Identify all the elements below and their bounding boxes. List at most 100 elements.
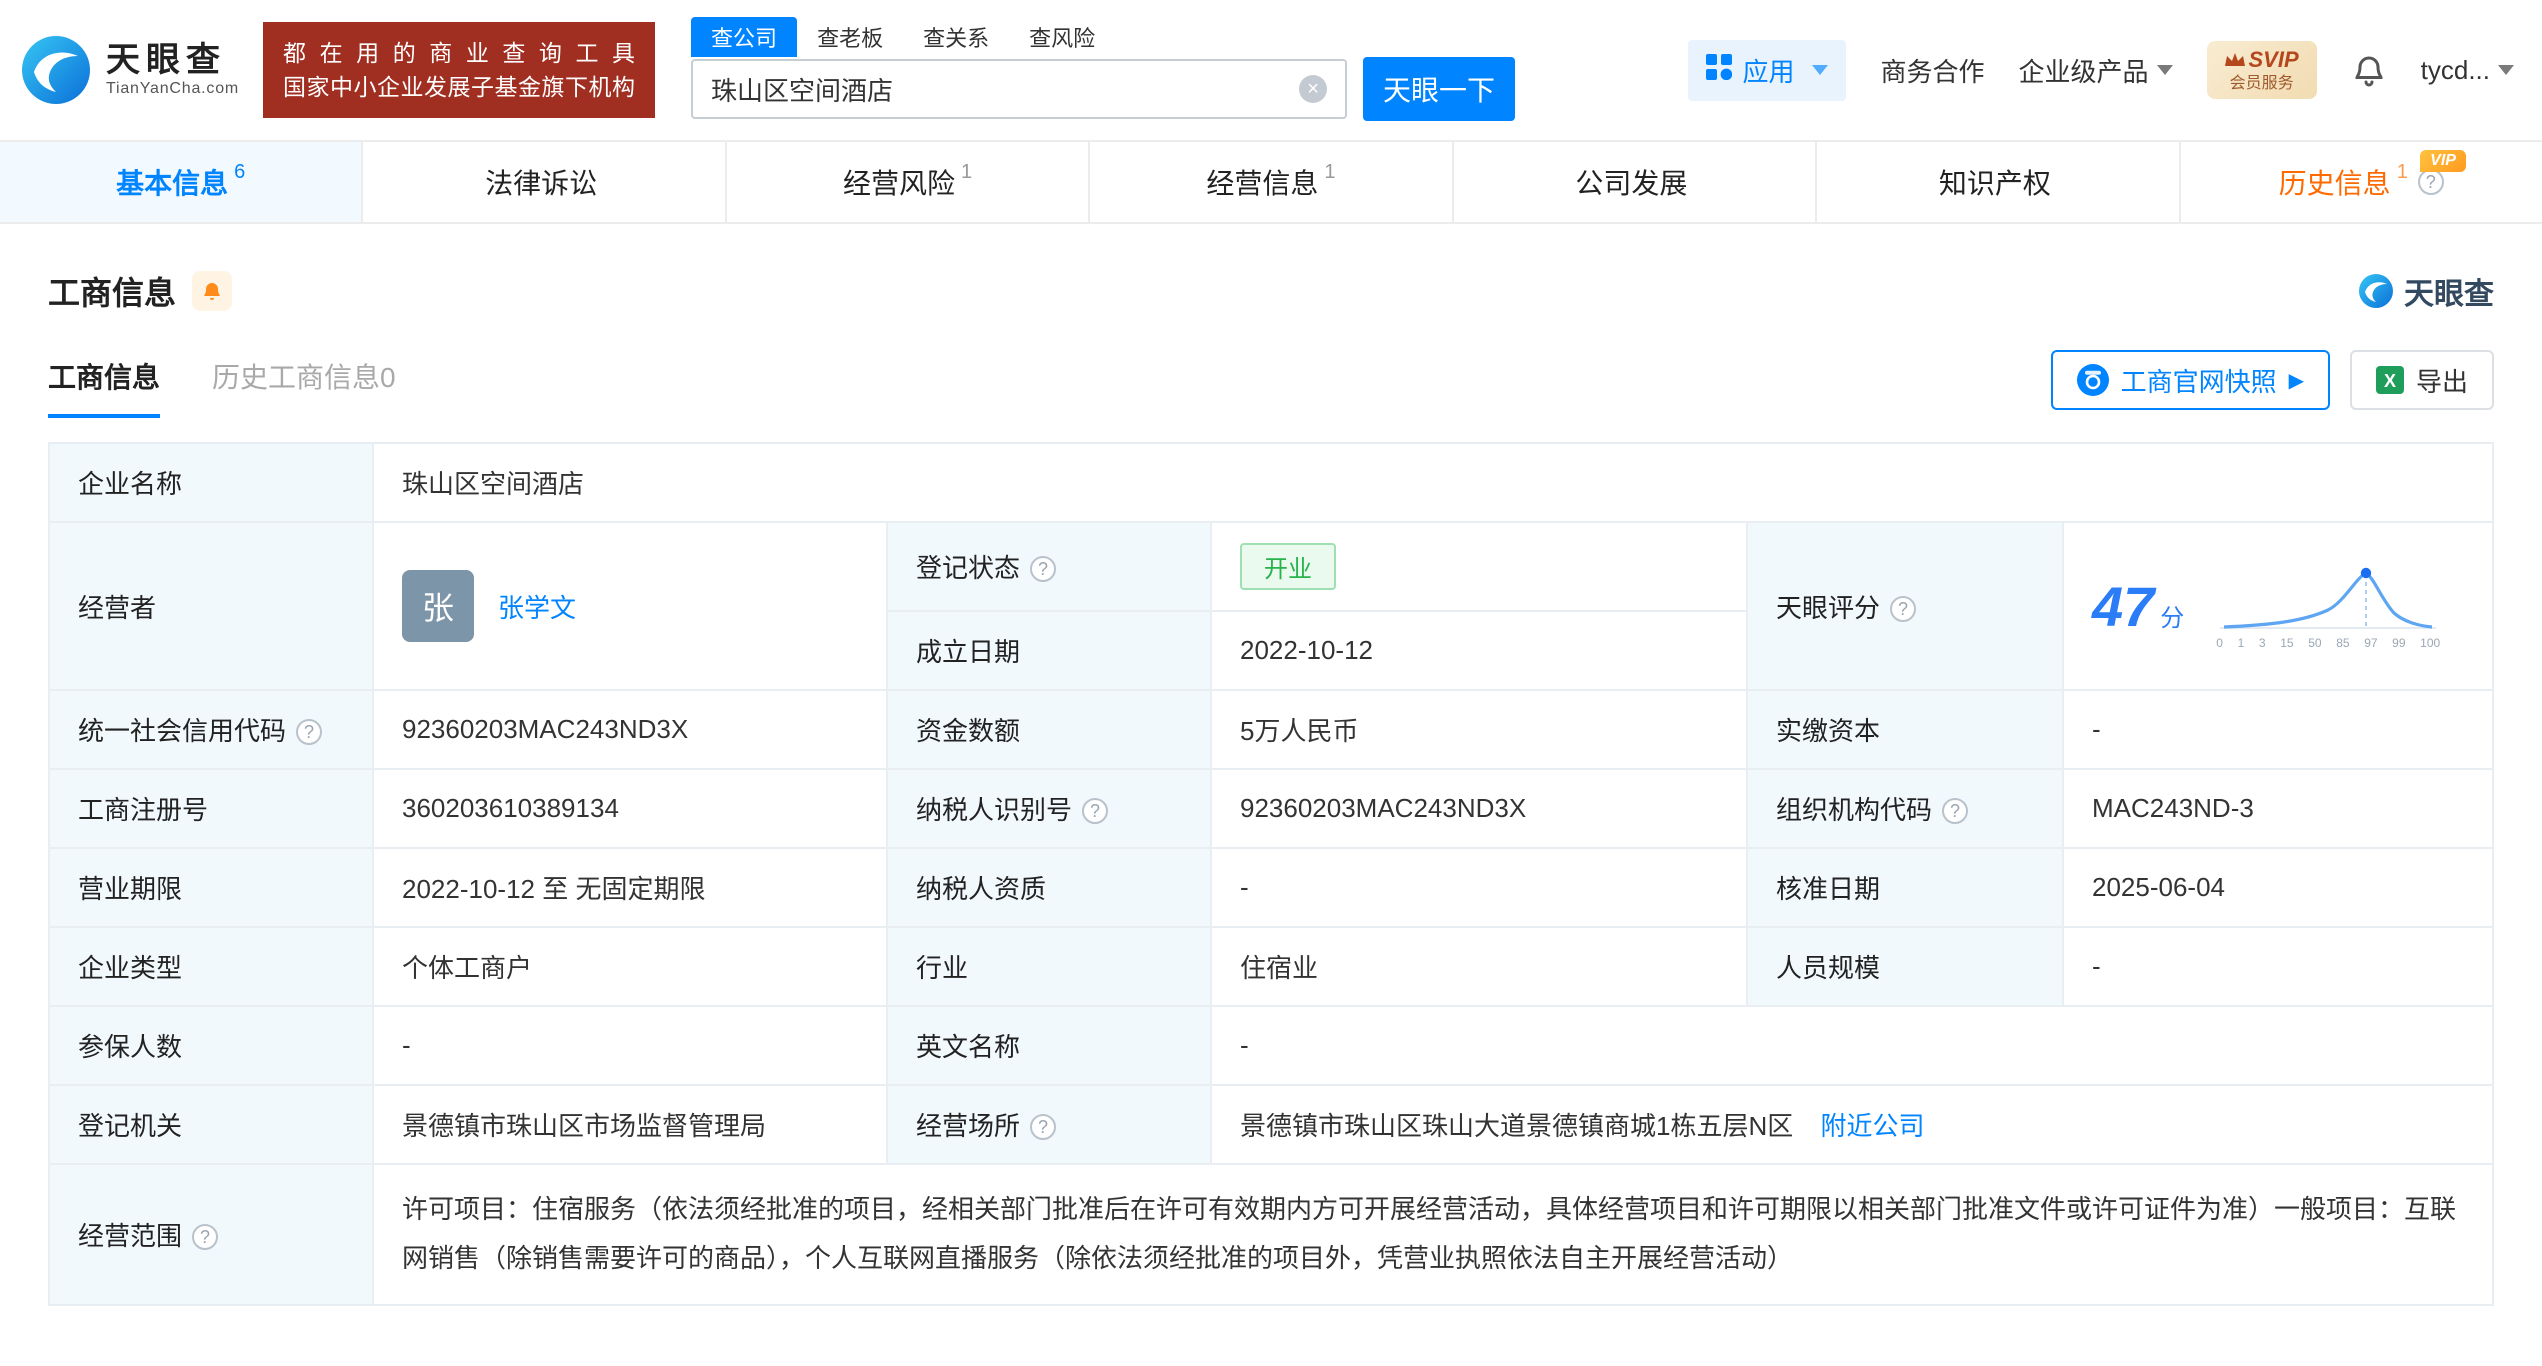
credit-code-label: 统一社会信用代码? bbox=[49, 690, 373, 769]
staff-size-value: - bbox=[2063, 927, 2493, 1006]
establish-date-label: 成立日期 bbox=[887, 611, 1211, 690]
tianyancha-watermark-icon bbox=[2358, 273, 2394, 309]
operator-value: 张 张学文 bbox=[373, 522, 887, 690]
subscribe-bell-icon[interactable] bbox=[192, 271, 232, 311]
brand-name: 天眼查 bbox=[106, 41, 239, 80]
approval-date-value: 2025-06-04 bbox=[2063, 848, 2493, 927]
apps-menu-label: 应用 bbox=[1742, 52, 1794, 89]
company-type-label: 企业类型 bbox=[49, 927, 373, 1006]
svip-badge[interactable]: SVIP 会员服务 bbox=[2207, 41, 2317, 99]
slogan-line1: 都在用的商业查询工具 bbox=[283, 36, 635, 70]
search-input[interactable] bbox=[711, 74, 1299, 105]
toolbar-actions: 工商官网快照 ▶ X 导出 bbox=[2051, 350, 2494, 418]
svg-text:X: X bbox=[2384, 371, 2396, 391]
help-icon[interactable]: ? bbox=[1942, 798, 1968, 824]
reg-authority-label: 登记机关 bbox=[49, 1085, 373, 1164]
clear-search-icon[interactable]: × bbox=[1299, 75, 1327, 103]
tab-operating-risk[interactable]: 经营风险 1 bbox=[725, 142, 1088, 222]
tab-company-development[interactable]: 公司发展 bbox=[1452, 142, 1815, 222]
logo-text: 天眼查 TianYanCha.com bbox=[106, 41, 239, 98]
reg-number-label: 工商注册号 bbox=[49, 769, 373, 848]
tab-label: 经营风险 bbox=[843, 162, 955, 202]
tab-label: 法律诉讼 bbox=[485, 162, 597, 202]
apps-menu[interactable]: 应用 bbox=[1688, 40, 1846, 101]
search-tab-relation[interactable]: 查关系 bbox=[903, 17, 1009, 57]
export-button-label: 导出 bbox=[2416, 362, 2468, 399]
credit-code-value: 92360203MAC243ND3X bbox=[373, 690, 887, 769]
tab-count: 1 bbox=[1324, 161, 1335, 184]
company-type-value: 个体工商户 bbox=[373, 927, 887, 1006]
enterprise-products-label: 企业级产品 bbox=[2018, 52, 2148, 89]
english-name-label: 英文名称 bbox=[887, 1006, 1211, 1085]
snapshot-icon bbox=[2077, 364, 2109, 396]
tab-legal-proceedings[interactable]: 法律诉讼 bbox=[361, 142, 724, 222]
tab-count: 1 bbox=[2397, 161, 2408, 184]
approval-date-label: 核准日期 bbox=[1747, 848, 2063, 927]
search-tab-risk[interactable]: 查风险 bbox=[1009, 17, 1115, 57]
table-row: 营业期限 2022-10-12 至 无固定期限 纳税人资质 - 核准日期 202… bbox=[49, 848, 2493, 927]
svip-title: SVIP bbox=[2225, 47, 2299, 73]
business-place-value: 景德镇市珠山区珠山大道景德镇商城1栋五层N区 附近公司 bbox=[1211, 1085, 2493, 1164]
tianyancha-logo-icon bbox=[20, 34, 92, 106]
paid-capital-value: - bbox=[2063, 690, 2493, 769]
business-scope-value: 许可项目：住宿服务（依法须经批准的项目，经相关部门批准后在许可有效期内方可开展经… bbox=[373, 1164, 2493, 1305]
insured-count-value: - bbox=[373, 1006, 887, 1085]
help-icon[interactable]: ? bbox=[2418, 169, 2444, 195]
establish-date-value: 2022-10-12 bbox=[1211, 611, 1747, 690]
subtab-history-registration[interactable]: 历史工商信息0 bbox=[212, 356, 396, 418]
tab-count: 6 bbox=[234, 161, 245, 184]
business-term-label: 营业期限 bbox=[49, 848, 373, 927]
business-coop-link[interactable]: 商务合作 bbox=[1880, 52, 1984, 89]
tab-label: 基本信息 bbox=[116, 162, 228, 202]
snapshot-button-label: 工商官网快照 bbox=[2121, 362, 2277, 399]
subtab-toolbar: 工商信息 历史工商信息0 工商官网快照 ▶ X bbox=[48, 350, 2494, 418]
section-tab-bar: 基本信息 6 法律诉讼 经营风险 1 经营信息 1 公司发展 知识产权 VIP … bbox=[0, 140, 2542, 224]
industry-label: 行业 bbox=[887, 927, 1211, 1006]
slogan-line2: 国家中小企业发展子基金旗下机构 bbox=[283, 70, 635, 104]
tab-label: 经营信息 bbox=[1206, 162, 1318, 202]
tab-business-info[interactable]: 经营信息 1 bbox=[1088, 142, 1451, 222]
tab-intellectual-property[interactable]: 知识产权 bbox=[1815, 142, 2178, 222]
page: 天眼查 TianYanCha.com 都在用的商业查询工具 国家中小企业发展子基… bbox=[0, 0, 2542, 1366]
tab-history-info[interactable]: VIP 历史信息 1 ? bbox=[2179, 142, 2542, 222]
export-button[interactable]: X 导出 bbox=[2350, 350, 2494, 410]
header-right-nav: 应用 商务合作 企业级产品 SVIP 会员服务 tycd bbox=[1688, 40, 2514, 101]
help-icon[interactable]: ? bbox=[1030, 556, 1056, 582]
org-code-label: 组织机构代码? bbox=[1747, 769, 2063, 848]
main-content: 工商信息 天眼查 工商信息 历史工商信息0 bbox=[0, 268, 2542, 1366]
help-icon[interactable]: ? bbox=[1082, 798, 1108, 824]
business-term-value: 2022-10-12 至 无固定期限 bbox=[373, 848, 887, 927]
staff-size-label: 人员规模 bbox=[1747, 927, 2063, 1006]
enterprise-products-menu[interactable]: 企业级产品 bbox=[2018, 52, 2172, 89]
search-button[interactable]: 天眼一下 bbox=[1363, 57, 1515, 121]
section-header: 工商信息 天眼查 bbox=[48, 268, 2494, 314]
tab-basic-info[interactable]: 基本信息 6 bbox=[0, 142, 361, 222]
help-icon[interactable]: ? bbox=[1030, 1114, 1056, 1140]
tianyancha-watermark: 天眼查 bbox=[2358, 269, 2494, 313]
help-icon[interactable]: ? bbox=[1890, 596, 1916, 622]
help-icon[interactable]: ? bbox=[192, 1224, 218, 1250]
apps-grid-icon bbox=[1706, 54, 1732, 87]
search-tab-boss[interactable]: 查老板 bbox=[797, 17, 903, 57]
top-header: 天眼查 TianYanCha.com 都在用的商业查询工具 国家中小企业发展子基… bbox=[0, 0, 2542, 140]
help-icon[interactable]: ? bbox=[296, 719, 322, 745]
english-name-value: - bbox=[1211, 1006, 2493, 1085]
business-scope-label: 经营范围? bbox=[49, 1164, 373, 1305]
subtab-business-registration[interactable]: 工商信息 bbox=[48, 356, 160, 418]
operator-avatar[interactable]: 张 bbox=[402, 570, 474, 642]
table-row: 经营者 张 张学文 登记状态? 开业 天眼评分? 47分 bbox=[49, 522, 2493, 611]
capital-label: 资金数额 bbox=[887, 690, 1211, 769]
user-menu[interactable]: tycd... bbox=[2421, 55, 2514, 86]
reg-authority-value: 景德镇市珠山区市场监督管理局 bbox=[373, 1085, 887, 1164]
operator-name-link[interactable]: 张学文 bbox=[498, 588, 576, 625]
nearby-companies-link[interactable]: 附近公司 bbox=[1820, 1111, 1924, 1141]
search-tabs: 查公司 查老板 查关系 查风险 bbox=[691, 19, 1515, 57]
notification-bell-icon[interactable] bbox=[2351, 52, 2387, 88]
company-name-value: 珠山区空间酒店 bbox=[373, 443, 2493, 522]
search-tab-company[interactable]: 查公司 bbox=[691, 17, 797, 57]
tianyancha-logo[interactable]: 天眼查 TianYanCha.com bbox=[20, 34, 239, 106]
username: tycd... bbox=[2421, 55, 2490, 86]
tyc-score-value: 47分 0131550859799100 bbox=[2063, 522, 2493, 690]
official-snapshot-button[interactable]: 工商官网快照 ▶ bbox=[2051, 350, 2330, 410]
tab-label: 知识产权 bbox=[1939, 162, 2051, 202]
